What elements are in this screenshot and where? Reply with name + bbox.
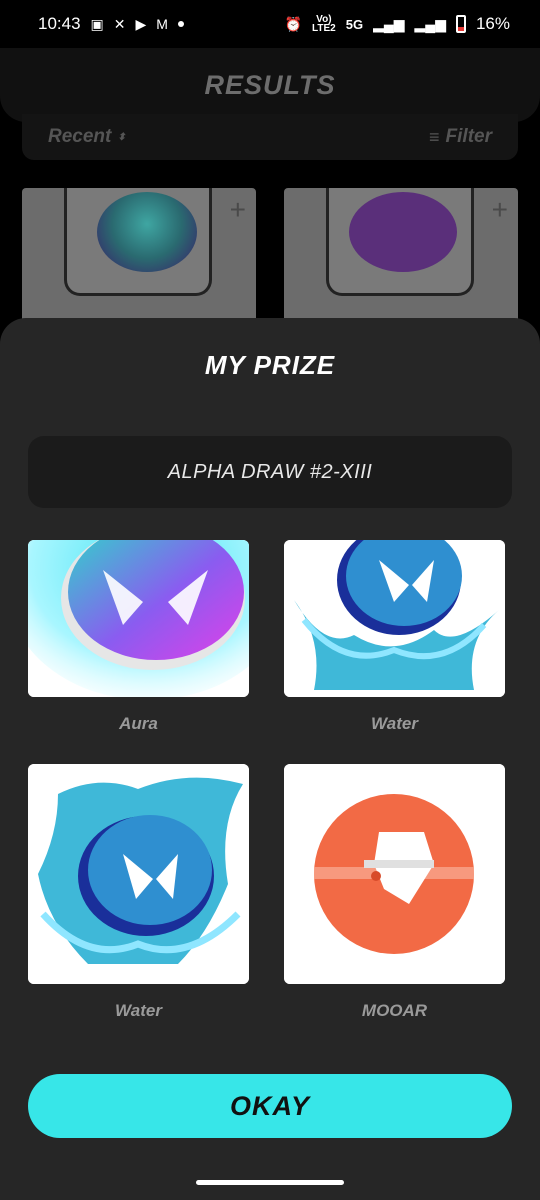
prize-label: Aura [119,714,158,733]
gmail-icon: M [156,16,168,32]
card-frame [326,188,474,296]
network-type: 5G [345,16,364,32]
notification-icon: ▣ [90,15,104,32]
prize-card-water[interactable] [28,764,249,984]
signal-icon-2: ▂▄▆ [414,15,446,32]
sort-arrows-icon: ⬍ [117,131,126,143]
filter-icon: ≡ [429,126,440,147]
result-card[interactable]: + [22,188,256,338]
prize-card-water[interactable] [284,540,505,697]
home-indicator[interactable] [196,1180,344,1185]
card-frame [64,188,212,296]
prize-label: MOOAR [361,1001,428,1020]
sort-filter-bar: Recent ⬍ ≡ Filter [22,114,518,160]
draw-name-box: ALPHA DRAW #2-XIII [28,436,512,508]
alarm-icon: ⏰ [284,15,302,32]
draw-name: ALPHA DRAW #2-XIII [167,460,373,483]
prize-card-aura[interactable] [28,540,249,697]
prize-card-mooar[interactable] [284,764,505,984]
okay-button[interactable]: OKAY [28,1074,512,1138]
plus-icon: + [491,194,508,225]
prize-label: Water [371,714,418,733]
mooar-logo-icon [284,764,505,984]
water-coin-icon [284,540,505,697]
signal-icon: ▂▄▆ [373,15,405,32]
water-coin-icon [28,764,249,984]
sheet-title: MY PRIZE [204,350,336,380]
battery-percent: 16% [475,14,510,33]
glitch-coin-icon [97,192,197,272]
x-app-icon: ✕ [113,15,126,32]
more-notifications-icon [177,21,184,27]
filter-button[interactable]: ≡ Filter [429,126,492,148]
plus-icon: + [229,194,246,225]
purple-coin-icon [349,192,457,272]
status-time: 10:43 [38,14,81,33]
volte-indicator: Vo) LTE2 [312,14,336,34]
page-title: RESULTS [204,69,336,100]
status-bar: 10:43 ▣ ✕ ▶ M ⏰ Vo) LTE2 5G ▂▄▆ ▂▄▆ 16% [0,0,540,48]
prize-label: Water [115,1001,162,1020]
prize-sheet: MY PRIZE ALPHA DRAW #2-XIII Aura Water W… [0,318,540,1200]
youtube-icon: ▶ [135,15,147,32]
aura-coin-icon [28,540,249,697]
results-header: RESULTS [0,48,540,122]
battery-icon [455,15,466,33]
sort-dropdown[interactable]: Recent ⬍ [48,126,126,148]
result-card[interactable]: + [284,188,518,338]
